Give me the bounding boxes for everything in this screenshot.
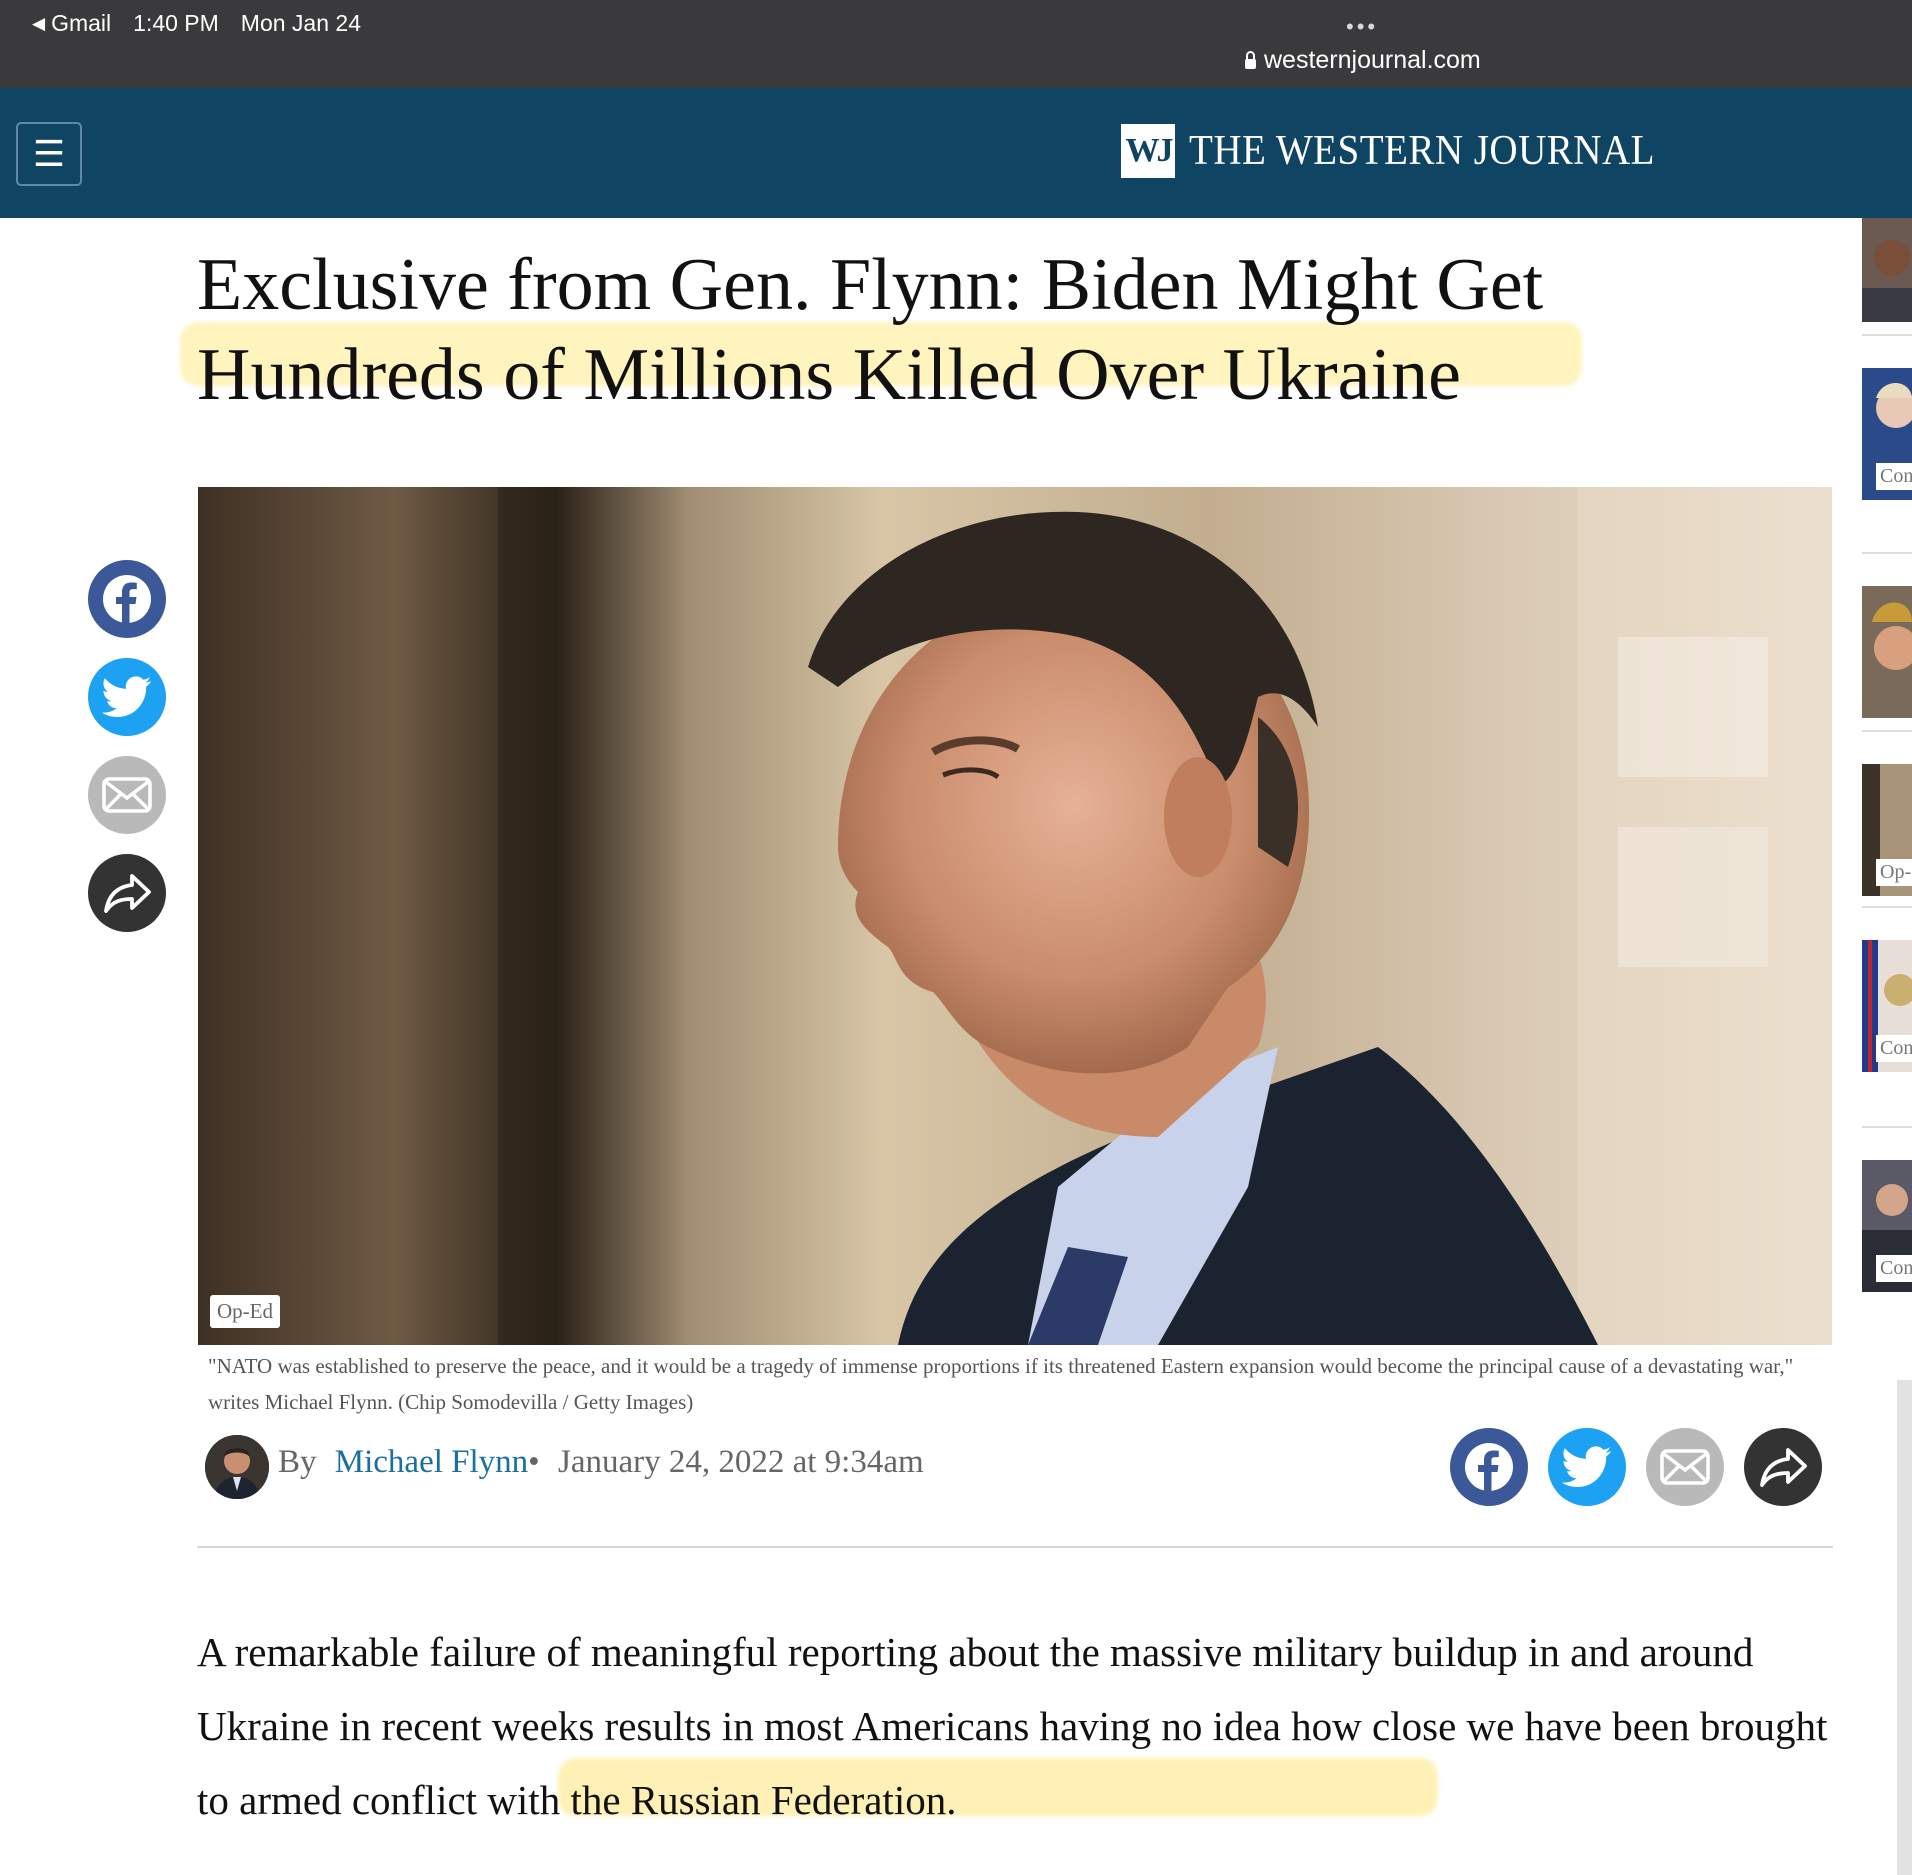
ios-status-bar: ◀ Gmail 1:40 PM Mon Jan 24 ••• westernjo…: [0, 0, 1912, 88]
sidebar-label: Con: [1876, 463, 1912, 490]
sidebar-divider: [1862, 906, 1912, 908]
logo-text: THE WESTERN JOURNAL: [1189, 128, 1655, 174]
sidebar-thumbnail: [1862, 218, 1912, 322]
back-app-label: Gmail: [51, 10, 112, 36]
email-icon: [1660, 1449, 1710, 1485]
share-more-button[interactable]: [88, 854, 166, 932]
url-text: westernjournal.com: [1264, 46, 1481, 74]
publish-date: January 24, 2022 at 9:34am: [557, 1444, 924, 1480]
byline-separator: •: [528, 1444, 540, 1480]
share-icon: [104, 874, 151, 913]
sidebar-thumbnail: [1862, 586, 1912, 718]
author-link[interactable]: Michael Flynn: [335, 1444, 528, 1480]
sidebar-divider: [1862, 1126, 1912, 1128]
sidebar-story-6[interactable]: Con: [1862, 1160, 1912, 1292]
inline-share-facebook-button[interactable]: [1450, 1428, 1528, 1506]
photo-illustration: [198, 487, 1832, 1345]
byline-prefix: By: [278, 1444, 317, 1480]
sidebar-story-2[interactable]: Con: [1862, 368, 1912, 500]
sidebar-divider: [1862, 552, 1912, 554]
byline-divider: [197, 1546, 1833, 1548]
inline-share-email-button[interactable]: [1646, 1428, 1724, 1506]
facebook-icon: [103, 575, 151, 623]
share-icon: [1760, 1448, 1807, 1487]
author-avatar[interactable]: [205, 1435, 269, 1499]
facebook-icon: [1465, 1443, 1513, 1491]
share-facebook-button[interactable]: [88, 560, 166, 638]
back-to-app-button[interactable]: ◀ Gmail: [32, 10, 111, 37]
sidebar-story-5[interactable]: Con: [1862, 940, 1912, 1072]
address-bar[interactable]: westernjournal.com: [1245, 46, 1481, 75]
status-date: Mon Jan 24: [240, 10, 361, 36]
sidebar-story-3[interactable]: [1862, 586, 1912, 718]
site-header: ☰ WJ THE WESTERN JOURNAL: [0, 88, 1912, 218]
share-email-button[interactable]: [88, 756, 166, 834]
status-time: 1:40 PM: [133, 10, 219, 36]
byline: By Michael Flynn• January 24, 2022 at 9:…: [278, 1444, 924, 1481]
sidebar-divider: [1862, 334, 1912, 336]
email-icon: [102, 777, 152, 813]
author-avatar-image: [205, 1435, 269, 1499]
share-twitter-button[interactable]: [88, 658, 166, 736]
article-headline: Exclusive from Gen. Flynn: Biden Might G…: [197, 244, 1544, 416]
sidebar-label: Con: [1876, 1035, 1912, 1062]
status-left: ◀ Gmail 1:40 PM Mon Jan 24: [32, 10, 361, 37]
sidebar-label: Con: [1876, 1255, 1912, 1282]
lock-icon: [1245, 50, 1256, 69]
twitter-icon: [1562, 1446, 1612, 1487]
inline-share-more-button[interactable]: [1744, 1428, 1822, 1506]
sidebar-story-1[interactable]: [1862, 218, 1912, 322]
article-body-paragraph: A remarkable failure of meaningful repor…: [197, 1629, 1828, 1823]
sidebar-story-4[interactable]: Op-: [1862, 764, 1912, 896]
photo-caption: "NATO was established to preserve the pe…: [208, 1354, 1794, 1414]
site-logo[interactable]: WJ THE WESTERN JOURNAL: [1121, 124, 1690, 178]
hamburger-menu-button[interactable]: ☰: [16, 122, 82, 186]
back-arrow-icon: ◀: [32, 13, 46, 33]
category-badge[interactable]: Op-Ed: [210, 1295, 280, 1328]
multitasking-dots-icon[interactable]: •••: [1346, 14, 1378, 40]
sidebar-label: Op-: [1876, 859, 1912, 886]
hamburger-icon: ☰: [32, 133, 66, 175]
twitter-icon: [102, 676, 152, 717]
logo-mark: WJ: [1121, 124, 1175, 178]
sidebar-divider: [1862, 730, 1912, 732]
article-photo[interactable]: Op-Ed: [198, 487, 1832, 1345]
sidebar-ad-edge: [1897, 1380, 1912, 1875]
inline-share-twitter-button[interactable]: [1548, 1428, 1626, 1506]
